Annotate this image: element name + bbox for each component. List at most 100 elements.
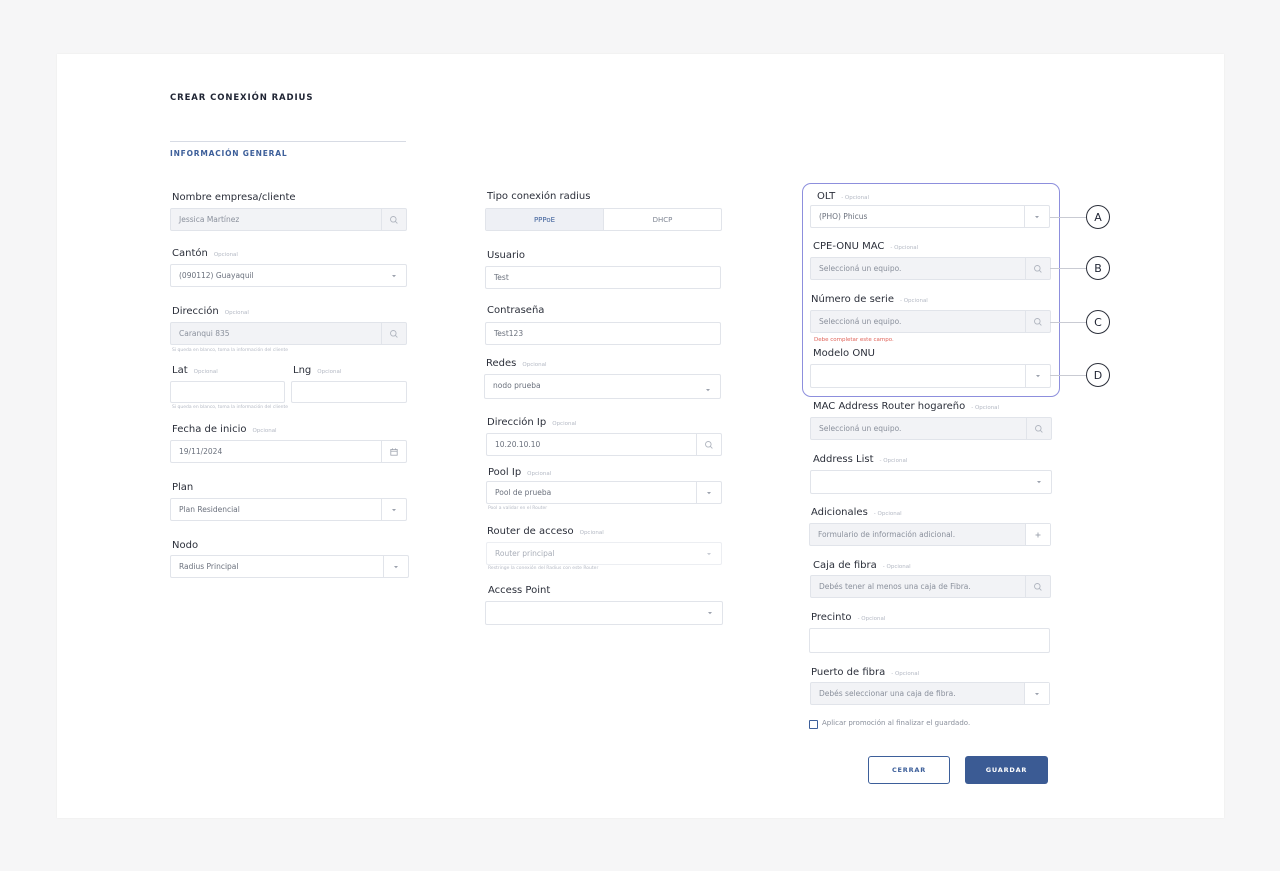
caja-fibra-placeholder: Debés tener al menos una caja de Fibra.	[819, 582, 971, 591]
adicionales-add-button[interactable]	[1025, 524, 1050, 545]
close-button[interactable]: CERRAR	[868, 756, 950, 784]
section-title: INFORMACIÓN GENERAL	[170, 149, 288, 158]
search-icon	[1034, 317, 1042, 326]
nodo-select[interactable]: Radius Principal	[170, 555, 409, 578]
usuario-input[interactable]: Test	[485, 266, 721, 289]
plan-label: Plan	[172, 482, 194, 493]
pool-select[interactable]: Pool de prueba	[486, 481, 722, 504]
plan-dropdown[interactable]	[381, 499, 406, 520]
router-value: Router principal	[495, 549, 555, 558]
cliente-search-button[interactable]	[381, 209, 406, 230]
numero-serie-label: Número de serie - Opcional	[811, 294, 928, 305]
access-point-dropdown[interactable]	[697, 602, 722, 624]
optional-tag: Opcional	[224, 310, 249, 316]
plus-icon	[1035, 532, 1041, 537]
direccion-help: Si queda en blanco, toma la información …	[172, 348, 288, 353]
direccion-value: Caranqui 835	[179, 329, 230, 338]
precinto-input[interactable]	[809, 628, 1050, 653]
optional-tag: Opcional	[317, 369, 342, 375]
optional-tag: - Opcional	[899, 298, 928, 304]
redes-dropdown[interactable]	[695, 381, 720, 398]
redes-select[interactable]: nodo prueba	[484, 374, 721, 399]
router-help: Restringe la conexión del Radius con est…	[488, 566, 599, 571]
lat-input[interactable]	[170, 381, 285, 403]
cpe-onu-mac-search-button[interactable]	[1025, 258, 1050, 279]
fecha-input[interactable]: 19/11/2024	[170, 440, 407, 463]
caja-fibra-search-field[interactable]: Debés tener al menos una caja de Fibra.	[810, 575, 1051, 598]
usuario-label: Usuario	[487, 250, 526, 261]
nodo-dropdown[interactable]	[383, 556, 408, 577]
promo-checkbox[interactable]	[809, 720, 818, 729]
lng-input[interactable]	[291, 381, 407, 403]
mac-router-search-button[interactable]	[1026, 418, 1051, 439]
ip-label: Dirección Ip Opcional	[487, 417, 577, 428]
optional-tag: Opcional	[552, 421, 577, 427]
cpe-onu-mac-search-field[interactable]: Seleccioná un equipo.	[810, 257, 1051, 280]
optional-tag: - Opcional	[882, 564, 911, 570]
access-point-select[interactable]	[485, 601, 723, 625]
canton-label: Cantón Opcional	[172, 248, 238, 259]
calendar-button[interactable]	[381, 441, 406, 462]
canton-dropdown[interactable]	[381, 265, 406, 286]
direccion-search-button[interactable]	[381, 323, 406, 344]
caja-fibra-search-button[interactable]	[1025, 576, 1050, 597]
address-list-dropdown[interactable]	[1026, 471, 1051, 493]
section-divider	[170, 141, 406, 142]
canton-select[interactable]: (090112) Guayaquil	[170, 264, 407, 287]
pool-value: Pool de prueba	[495, 488, 552, 497]
contrasena-input[interactable]: Test123	[485, 322, 721, 345]
address-list-select[interactable]	[810, 470, 1052, 494]
mac-router-search-field[interactable]: Seleccioná un equipo.	[810, 417, 1052, 440]
plan-select[interactable]: Plan Residencial	[170, 498, 407, 521]
optional-tag: Opcional	[213, 252, 238, 258]
chevron-down-icon	[394, 565, 398, 568]
optional-tag: Opcional	[579, 530, 604, 536]
save-button[interactable]: GUARDAR	[965, 756, 1048, 784]
chevron-down-icon	[1035, 215, 1039, 218]
ip-search-field[interactable]: 10.20.10.10	[486, 433, 722, 456]
puerto-fibra-dropdown[interactable]	[1024, 683, 1049, 704]
optional-tag: - Opcional	[890, 245, 919, 251]
pool-help: Pool a validar en el Router	[488, 506, 548, 511]
olt-select[interactable]: (PHO) Phicus	[810, 205, 1050, 228]
search-icon	[1034, 264, 1042, 273]
optional-tag: Opcional	[522, 362, 547, 368]
numero-serie-search-field[interactable]: Seleccioná un equipo.	[810, 310, 1051, 333]
mac-router-placeholder: Seleccioná un equipo.	[819, 424, 902, 433]
tipo-dhcp-option[interactable]: DHCP	[604, 209, 721, 230]
ip-search-button[interactable]	[696, 434, 721, 455]
modelo-onu-select[interactable]	[810, 364, 1051, 388]
promo-label: Aplicar promoción al finalizar el guarda…	[822, 719, 971, 727]
router-select[interactable]: Router principal	[486, 542, 722, 565]
callout-d: D	[1086, 363, 1110, 387]
callout-b: B	[1086, 256, 1110, 280]
chevron-down-icon	[707, 491, 711, 494]
tipo-pppoe-option[interactable]: PPPoE	[486, 209, 604, 230]
calendar-icon	[390, 447, 398, 456]
optional-tag: - Opcional	[841, 195, 870, 201]
lng-label: Lng Opcional	[293, 365, 342, 376]
router-dropdown[interactable]	[696, 543, 721, 564]
adicionales-placeholder: Formulario de información adicional.	[818, 530, 956, 539]
chevron-down-icon	[705, 388, 710, 391]
optional-tag: - Opcional	[857, 616, 886, 622]
modelo-onu-dropdown[interactable]	[1025, 365, 1050, 387]
callout-line	[1050, 217, 1086, 218]
numero-serie-search-button[interactable]	[1025, 311, 1050, 332]
cliente-search-field[interactable]: Jessica Martínez	[170, 208, 407, 231]
callout-line	[1050, 375, 1086, 376]
direccion-search-field[interactable]: Caranqui 835	[170, 322, 407, 345]
redes-value: nodo prueba	[493, 381, 541, 390]
usuario-value: Test	[494, 273, 509, 282]
puerto-fibra-select[interactable]: Debés seleccionar una caja de fibra.	[810, 682, 1050, 705]
optional-tag: - Opcional	[873, 511, 902, 517]
chevron-down-icon	[391, 274, 396, 277]
numero-serie-placeholder: Seleccioná un equipo.	[819, 317, 902, 326]
adicionales-field[interactable]: Formulario de información adicional.	[809, 523, 1051, 546]
cpe-onu-mac-label: CPE-ONU MAC - Opcional	[813, 241, 919, 252]
optional-tag: Opcional	[193, 369, 218, 375]
pool-dropdown[interactable]	[696, 482, 721, 503]
numero-serie-error: Debe completar este campo.	[814, 337, 894, 343]
olt-dropdown[interactable]	[1024, 206, 1049, 227]
search-icon	[705, 440, 713, 449]
